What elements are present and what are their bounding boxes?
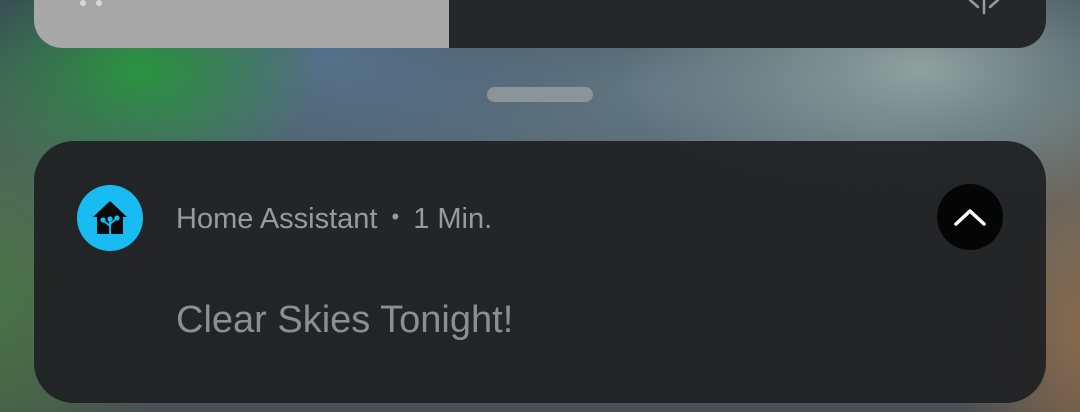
header-separator: •: [391, 204, 400, 229]
notification-card[interactable]: Home Assistant • 1 Min. Clear Skies Toni…: [34, 141, 1046, 403]
notification-time: 1 Min.: [413, 202, 493, 235]
drag-handle[interactable]: [487, 87, 593, 102]
notification-header: Home Assistant • 1 Min.: [176, 199, 492, 239]
brightness-slider-fill[interactable]: [34, 0, 449, 48]
home-assistant-icon: [77, 185, 143, 251]
app-name: Home Assistant: [176, 202, 378, 235]
slider-handle-dots-icon: [80, 0, 106, 8]
sun-icon: [968, 0, 1000, 15]
chevron-up-icon: [954, 209, 986, 226]
collapse-button[interactable]: [937, 184, 1003, 250]
notification-message: Clear Skies Tonight!: [176, 299, 514, 341]
brightness-slider[interactable]: [34, 0, 1046, 48]
